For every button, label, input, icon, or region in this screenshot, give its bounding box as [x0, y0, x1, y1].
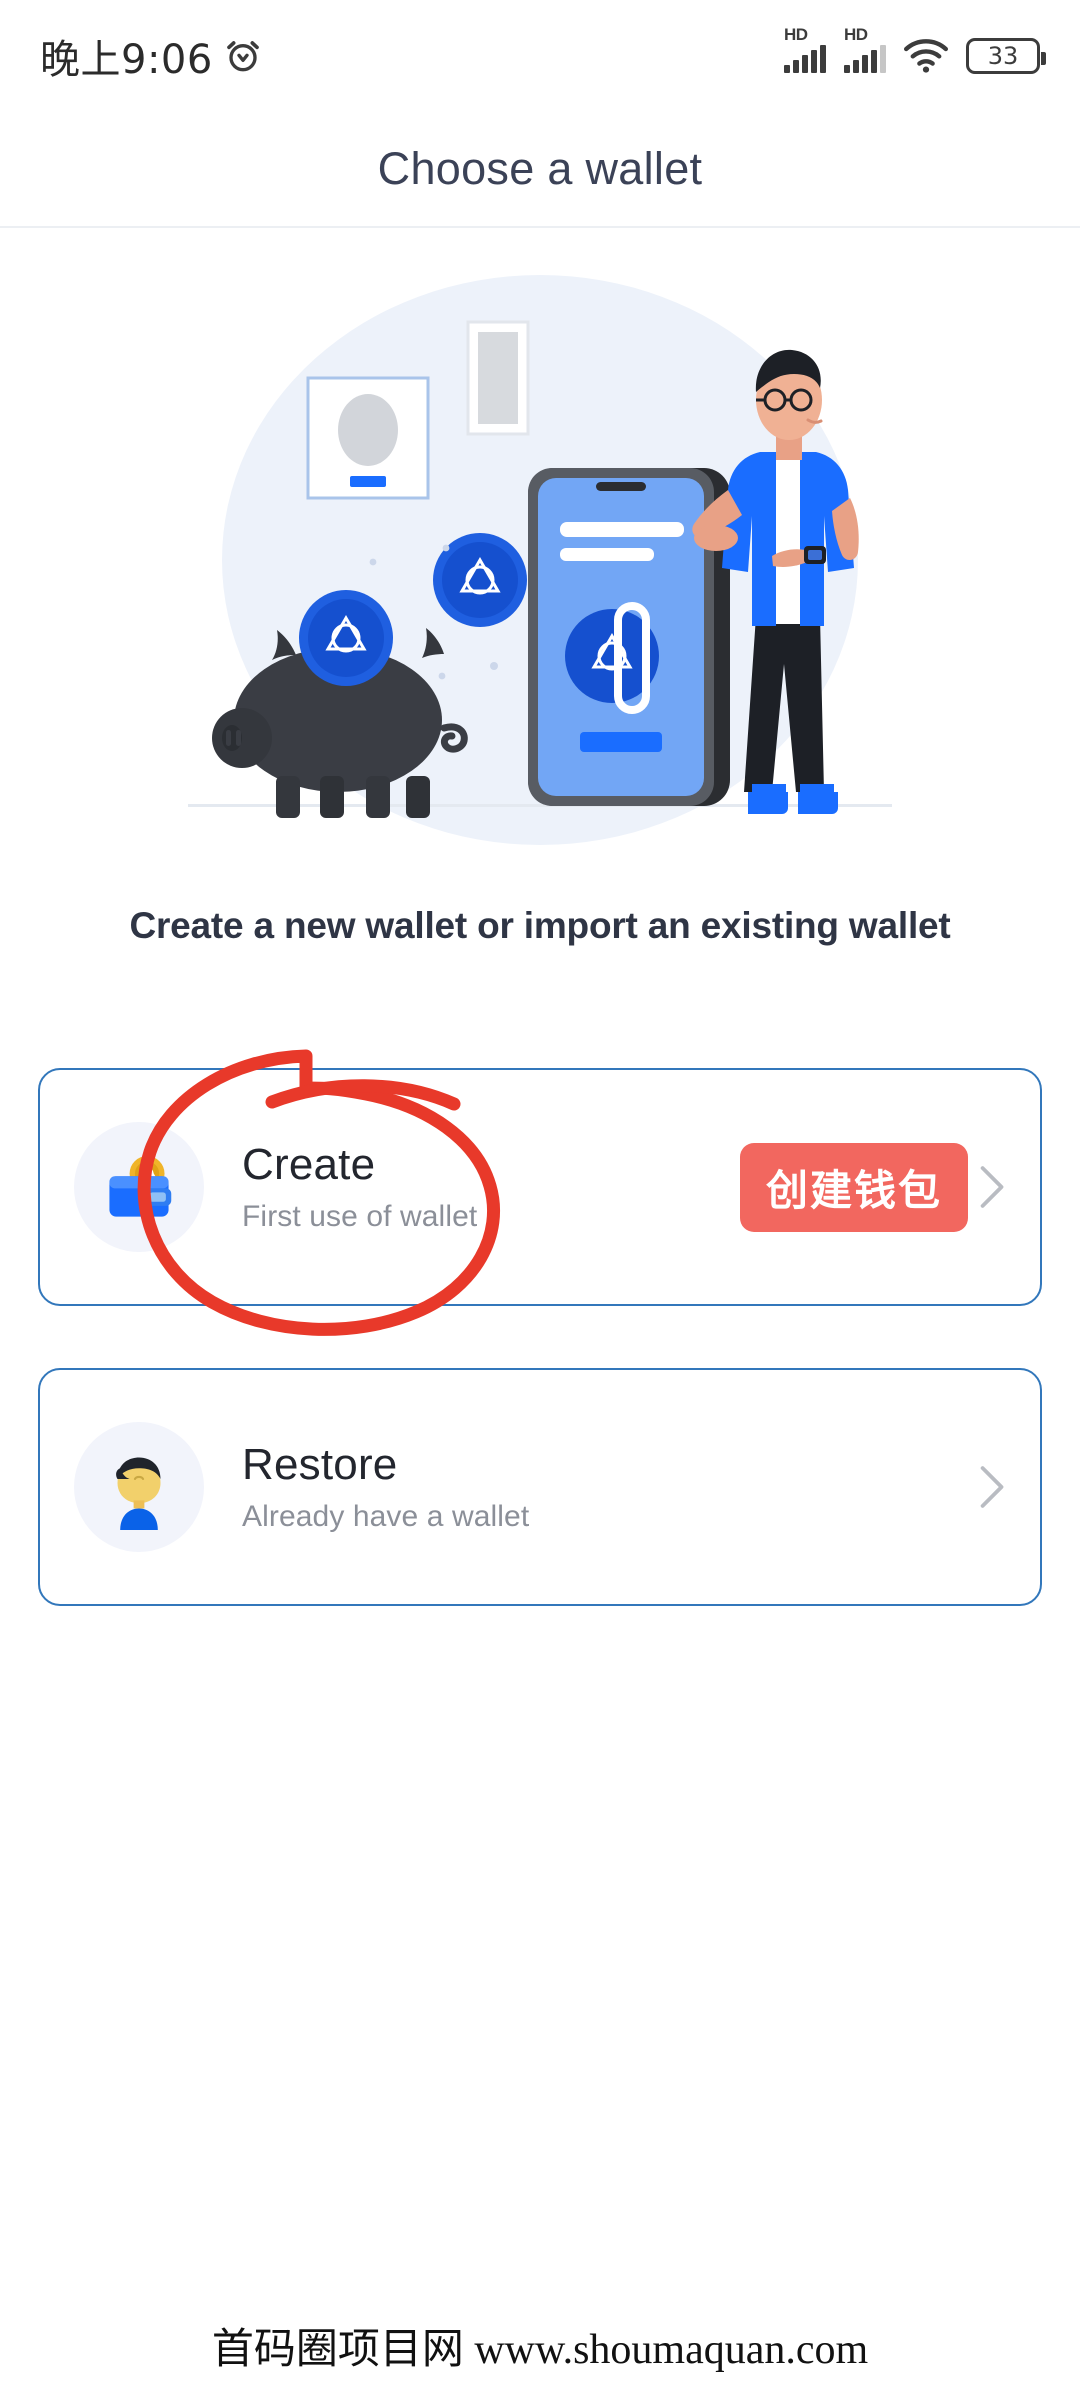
- site-watermark: 首码圈项目网 www.shoumaquan.com: [211, 2327, 869, 2373]
- battery-level: 33: [987, 42, 1019, 70]
- option-card-create[interactable]: Create First use of wallet 创建钱包: [38, 1068, 1042, 1306]
- signal-bars-icon-1: HD: [784, 25, 826, 73]
- status-time: 晚上9:06: [40, 37, 213, 83]
- create-title: Create: [242, 1140, 376, 1189]
- signal-bars-icon-2: HD: [844, 25, 886, 73]
- illustration-area: [0, 255, 1080, 865]
- user-avatar-icon: [74, 1422, 204, 1552]
- create-subtitle: First use of wallet: [242, 1200, 478, 1233]
- hd-label-2: HD: [844, 25, 868, 44]
- wifi-icon: [904, 39, 948, 73]
- hd-label-1: HD: [784, 25, 808, 44]
- restore-title: Restore: [242, 1440, 398, 1489]
- app-header: Choose a wallet: [0, 112, 1080, 226]
- alarm-clock-icon: [226, 41, 259, 72]
- status-bar: 晚上9:06 HD HD 33: [0, 0, 1080, 112]
- chevron-right-icon-create[interactable]: [976, 1166, 1006, 1208]
- option-card-restore[interactable]: Restore Already have a wallet: [38, 1368, 1042, 1606]
- wallet-onboarding-illustration: [188, 275, 892, 845]
- create-wallet-badge[interactable]: 创建钱包: [739, 1142, 968, 1232]
- create-card-text: Create First use of wallet: [242, 1140, 740, 1234]
- onboarding-subtitle: Create a new wallet or import an existin…: [129, 905, 951, 946]
- status-bar-right: HD HD 33: [784, 25, 1046, 74]
- wallet-with-coin-icon: [74, 1122, 204, 1252]
- battery-icon: 33: [966, 38, 1046, 74]
- page-title: Choose a wallet: [377, 143, 703, 194]
- chevron-right-icon-restore[interactable]: [976, 1466, 1006, 1508]
- restore-card-text: Restore Already have a wallet: [242, 1440, 976, 1534]
- header-divider: [0, 226, 1080, 228]
- phone-screen: 晚上9:06 HD HD 33 Choose a wallet Create a…: [0, 0, 1080, 2400]
- restore-subtitle: Already have a wallet: [242, 1500, 530, 1533]
- status-bar-left: 晚上9:06: [40, 27, 263, 85]
- coin-in-piggy: [299, 590, 393, 686]
